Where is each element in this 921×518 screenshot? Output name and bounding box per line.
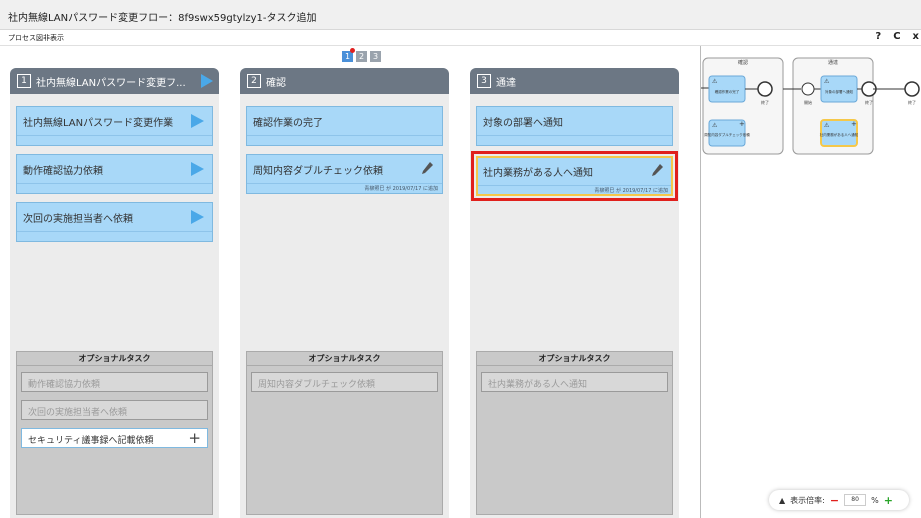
start-label: 開始 bbox=[804, 99, 812, 105]
optional-task-panel: オプショナルタスク 社内業務がある人へ通知 bbox=[476, 351, 673, 515]
lane-label: 確認 bbox=[738, 59, 748, 66]
optional-task-header: オプショナルタスク bbox=[477, 352, 672, 366]
zoom-in-button[interactable]: + bbox=[884, 494, 893, 507]
warning-icon: ⚠ bbox=[712, 122, 718, 129]
play-icon[interactable] bbox=[201, 74, 213, 88]
zoom-label: 表示倍率: bbox=[790, 495, 825, 505]
column-2: 2 確認 確認作業の完了 周知内容ダブルチェック依頼 青柳照巳 が 2019/0… bbox=[240, 68, 449, 518]
end-event bbox=[904, 81, 920, 97]
add-icon[interactable]: + bbox=[188, 429, 201, 447]
play-icon[interactable] bbox=[191, 114, 204, 128]
help-icon[interactable]: ? bbox=[875, 31, 881, 42]
page-button-1[interactable]: 1 bbox=[342, 48, 355, 62]
toolbar: プロセス図非表示 ? C x bbox=[0, 30, 921, 46]
task-title: 社内業務がある人へ通知 bbox=[483, 168, 593, 179]
end-label: 終了 bbox=[865, 99, 873, 105]
column-name: 通達 bbox=[496, 78, 516, 89]
zoom-unit: % bbox=[871, 495, 879, 505]
play-icon[interactable] bbox=[191, 210, 204, 224]
zoom-control: ▲ 表示倍率: − 80 % + bbox=[769, 490, 909, 510]
optional-task-header: オプショナルタスク bbox=[17, 352, 212, 366]
warning-icon: ⚠ bbox=[824, 78, 830, 85]
column-header: 2 確認 bbox=[240, 68, 449, 94]
column-header: 3 通達 bbox=[470, 68, 679, 94]
optional-task-item-available[interactable]: セキュリティ議事録へ記載依頼 + bbox=[21, 428, 208, 448]
zoom-out-button[interactable]: − bbox=[830, 494, 839, 507]
diagram-task-label: 周知内容ダブルチェック依頼 bbox=[704, 132, 750, 137]
process-diagram: 確認 通達 ⚠ 確認作業の完了 終了 ⚠ + 周知内容ダブルチェック依頼 開始 … bbox=[700, 46, 921, 518]
task-card-selected[interactable]: 社内業務がある人へ通知 青柳照巳 が 2019/07/17 に追加 bbox=[471, 151, 678, 201]
optional-task-panel: オプショナルタスク 動作確認協力依頼 次回の実施担当者へ依頼 セキュリティ議事録… bbox=[16, 351, 213, 515]
column-number: 2 bbox=[247, 74, 261, 88]
process-diagram-svg: 確認 通達 ⚠ 確認作業の完了 終了 ⚠ + 周知内容ダブルチェック依頼 開始 … bbox=[701, 57, 920, 155]
optional-task-item: 周知内容ダブルチェック依頼 bbox=[251, 372, 438, 392]
collapse-arrow-icon[interactable]: ▲ bbox=[779, 496, 785, 505]
page-pager: 1 2 3 bbox=[342, 48, 381, 62]
optional-task-item: 動作確認協力依頼 bbox=[21, 372, 208, 392]
task-title: 確認作業の完了 bbox=[253, 118, 323, 129]
window-titlebar: 社内無線LANパスワード変更フロー：8f9swx59gtylzy1-タスク追加 bbox=[0, 0, 921, 30]
close-icon[interactable]: x bbox=[913, 31, 919, 42]
task-card[interactable]: 動作確認協力依頼 bbox=[16, 154, 213, 194]
diagram-task-label: 対象の部署へ通知 bbox=[825, 89, 853, 94]
end-label: 終了 bbox=[761, 99, 769, 105]
notification-dot bbox=[350, 48, 355, 53]
column-name: 社内無線LANパスワード変更フ... bbox=[36, 78, 186, 89]
task-title: 動作確認協力依頼 bbox=[23, 166, 103, 177]
play-icon[interactable] bbox=[191, 162, 204, 176]
task-card[interactable]: 次回の実施担当者へ依頼 bbox=[16, 202, 213, 242]
optional-task-header: オプショナルタスク bbox=[247, 352, 442, 366]
diagram-task-label: 確認作業の完了 bbox=[715, 89, 740, 94]
page-button-2[interactable]: 2 bbox=[356, 51, 367, 62]
task-card[interactable]: 対象の部署へ通知 bbox=[476, 106, 673, 146]
task-card[interactable]: 社内無線LANパスワード変更作業 bbox=[16, 106, 213, 146]
warning-icon: ⚠ bbox=[824, 122, 830, 129]
optional-task-label: セキュリティ議事録へ記載依頼 bbox=[28, 436, 154, 446]
task-title: 対象の部署へ通知 bbox=[483, 118, 563, 129]
column-3: 3 通達 対象の部署へ通知 社内業務がある人へ通知 青柳照巳 が 2019/07… bbox=[470, 68, 679, 518]
optional-task-item: 次回の実施担当者へ依頼 bbox=[21, 400, 208, 420]
process-toggle-link[interactable]: プロセス図非表示 bbox=[8, 33, 64, 43]
zoom-input[interactable]: 80 bbox=[844, 494, 867, 506]
task-meta: 青柳照巳 が 2019/07/17 に追加 bbox=[364, 186, 438, 192]
task-title: 周知内容ダブルチェック依頼 bbox=[253, 166, 383, 177]
plus-icon: + bbox=[851, 120, 857, 128]
task-card[interactable]: 確認作業の完了 bbox=[246, 106, 443, 146]
column-header: 1 社内無線LANパスワード変更フ... bbox=[10, 68, 219, 94]
column-number: 3 bbox=[477, 74, 491, 88]
task-title: 社内無線LANパスワード変更作業 bbox=[23, 118, 174, 129]
window-title: 社内無線LANパスワード変更フロー：8f9swx59gtylzy1-タスク追加 bbox=[8, 13, 317, 24]
task-meta: 青柳照巳 が 2019/07/17 に追加 bbox=[594, 188, 668, 194]
plus-icon: + bbox=[739, 120, 745, 128]
column-number: 1 bbox=[17, 74, 31, 88]
diagram-task-label: 社内業務がある人へ通知 bbox=[820, 132, 859, 137]
start-event bbox=[801, 82, 815, 96]
lane-label: 通達 bbox=[828, 59, 838, 66]
page-button-3[interactable]: 3 bbox=[370, 51, 381, 62]
task-title: 次回の実施担当者へ依頼 bbox=[23, 214, 133, 225]
pencil-icon[interactable] bbox=[650, 163, 664, 177]
optional-task-item: 社内業務がある人へ通知 bbox=[481, 372, 668, 392]
task-card[interactable]: 周知内容ダブルチェック依頼 青柳照巳 が 2019/07/17 に追加 bbox=[246, 154, 443, 194]
warning-icon: ⚠ bbox=[712, 78, 718, 85]
refresh-icon[interactable]: C bbox=[893, 31, 900, 42]
column-name: 確認 bbox=[266, 78, 286, 89]
end-label: 終了 bbox=[908, 99, 916, 105]
end-event bbox=[757, 81, 773, 97]
column-1: 1 社内無線LANパスワード変更フ... 社内無線LANパスワード変更作業 動作… bbox=[10, 68, 219, 518]
optional-task-panel: オプショナルタスク 周知内容ダブルチェック依頼 bbox=[246, 351, 443, 515]
pencil-icon[interactable] bbox=[420, 161, 434, 175]
